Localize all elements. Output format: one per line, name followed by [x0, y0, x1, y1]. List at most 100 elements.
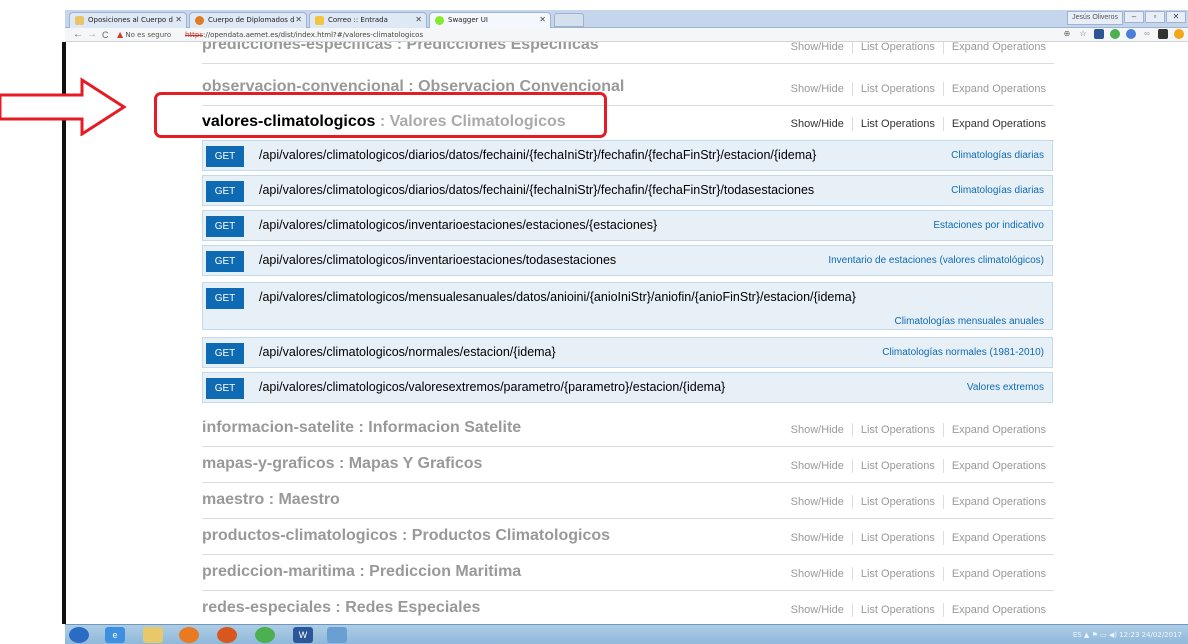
- new-tab-button[interactable]: [554, 13, 584, 27]
- resource-predicciones-especificas[interactable]: predicciones-especificas : Predicciones …: [202, 42, 1054, 64]
- operation-path[interactable]: /api/valores/climatologicos/inventarioes…: [259, 218, 657, 232]
- get-method-badge[interactable]: GET: [206, 181, 244, 202]
- show-hide-link[interactable]: Show/Hide: [791, 83, 844, 95]
- resource-redes-especiales[interactable]: redes-especiales : Redes Especiales Show…: [202, 591, 1054, 624]
- operation-summary[interactable]: Estaciones por indicativo: [933, 220, 1044, 231]
- clock-date[interactable]: 24/02/2017: [1142, 631, 1182, 639]
- media-player-icon[interactable]: [179, 627, 199, 643]
- expand-operations-link[interactable]: Expand Operations: [952, 532, 1046, 544]
- extension-icon[interactable]: [1094, 29, 1104, 39]
- operation-path[interactable]: /api/valores/climatologicos/inventarioes…: [259, 253, 616, 267]
- extension-icon[interactable]: [1174, 29, 1184, 39]
- show-hide-link[interactable]: Show/Hide: [791, 532, 844, 544]
- language-indicator[interactable]: ES: [1073, 631, 1082, 639]
- operation-summary[interactable]: Climatologías diarias: [951, 185, 1044, 196]
- close-tab-icon[interactable]: ✕: [175, 13, 182, 27]
- forward-arrow-icon[interactable]: →: [87, 28, 97, 42]
- operation-summary[interactable]: Climatologías mensuales anuales: [894, 316, 1044, 327]
- list-operations-link[interactable]: List Operations: [861, 532, 935, 544]
- url-field[interactable]: https://opendata.aemet.es/dist/index.htm…: [185, 28, 423, 42]
- flag-icon[interactable]: ▲ ⚑ ▭ ◀): [1084, 631, 1119, 639]
- start-button-icon[interactable]: [69, 627, 89, 643]
- resource-prediccion-maritima[interactable]: prediccion-maritima : Prediccion Maritim…: [202, 555, 1054, 591]
- browser-tab[interactable]: Cuerpo de Diplomados d ✕: [189, 12, 307, 28]
- resource-informacion-satelite[interactable]: informacion-satelite : Informacion Satel…: [202, 411, 1054, 447]
- operation-row[interactable]: GET /api/valores/climatologicos/mensuale…: [202, 282, 1053, 330]
- browser-tab[interactable]: Correo :: Entrada ✕: [309, 12, 427, 28]
- show-hide-link[interactable]: Show/Hide: [791, 460, 844, 472]
- close-tab-icon[interactable]: ✕: [415, 13, 422, 27]
- operation-row[interactable]: GET /api/valores/climatologicos/diarios/…: [202, 140, 1053, 171]
- operation-summary[interactable]: Climatologías diarias: [951, 150, 1044, 161]
- firefox-icon[interactable]: [217, 627, 237, 643]
- expand-operations-link[interactable]: Expand Operations: [952, 424, 1046, 436]
- expand-operations-link[interactable]: Expand Operations: [952, 83, 1046, 95]
- list-operations-link[interactable]: List Operations: [861, 604, 935, 616]
- list-operations-link[interactable]: List Operations: [861, 118, 935, 130]
- extension-icon[interactable]: [1158, 29, 1168, 39]
- expand-operations-link[interactable]: Expand Operations: [952, 604, 1046, 616]
- operation-summary[interactable]: Climatologías normales (1981-2010): [882, 347, 1044, 358]
- expand-operations-link[interactable]: Expand Operations: [952, 42, 1046, 53]
- bookmark-star-icon[interactable]: ☆: [1078, 29, 1088, 39]
- browser-tab-active[interactable]: Swagger UI ✕: [429, 12, 551, 28]
- show-hide-link[interactable]: Show/Hide: [791, 568, 844, 580]
- list-operations-link[interactable]: List Operations: [861, 424, 935, 436]
- expand-operations-link[interactable]: Expand Operations: [952, 460, 1046, 472]
- expand-operations-link[interactable]: Expand Operations: [952, 118, 1046, 130]
- file-explorer-icon[interactable]: [143, 627, 163, 643]
- resource-maestro[interactable]: maestro : Maestro Show/Hide List Operati…: [202, 483, 1054, 519]
- close-window-icon[interactable]: ✕: [1166, 11, 1186, 23]
- get-method-badge[interactable]: GET: [206, 251, 244, 272]
- resource-productos-climatologicos[interactable]: productos-climatologicos : Productos Cli…: [202, 519, 1054, 555]
- clock-time[interactable]: 12:23: [1119, 631, 1139, 639]
- list-operations-link[interactable]: List Operations: [861, 42, 935, 53]
- show-hide-link[interactable]: Show/Hide: [791, 424, 844, 436]
- resource-heading[interactable]: informacion-satelite : Informacion Satel…: [202, 419, 521, 437]
- resource-heading[interactable]: redes-especiales : Redes Especiales: [202, 599, 480, 617]
- expand-operations-link[interactable]: Expand Operations: [952, 496, 1046, 508]
- resource-heading[interactable]: mapas-y-graficos : Mapas Y Graficos: [202, 455, 482, 473]
- security-indicator[interactable]: ▲ No es seguro: [117, 28, 171, 42]
- show-hide-link[interactable]: Show/Hide: [791, 496, 844, 508]
- expand-operations-link[interactable]: Expand Operations: [952, 568, 1046, 580]
- operation-row[interactable]: GET /api/valores/climatologicos/normales…: [202, 337, 1053, 368]
- operation-row[interactable]: GET /api/valores/climatologicos/diarios/…: [202, 175, 1053, 206]
- drive-icon[interactable]: [1110, 29, 1120, 39]
- operation-summary[interactable]: Inventario de estaciones (valores climat…: [828, 255, 1044, 266]
- operation-summary[interactable]: Valores extremos: [967, 382, 1044, 393]
- list-operations-link[interactable]: List Operations: [861, 568, 935, 580]
- operation-row[interactable]: GET /api/valores/climatologicos/inventar…: [202, 245, 1053, 276]
- word-icon[interactable]: W: [293, 627, 313, 643]
- operation-row[interactable]: GET /api/valores/climatologicos/inventar…: [202, 210, 1053, 241]
- get-method-badge[interactable]: GET: [206, 216, 244, 237]
- zoom-icon[interactable]: ⊕: [1062, 29, 1072, 39]
- get-method-badge[interactable]: GET: [206, 378, 244, 399]
- back-arrow-icon[interactable]: ←: [73, 28, 83, 42]
- app-icon[interactable]: [327, 627, 347, 643]
- internet-explorer-icon[interactable]: e: [105, 627, 125, 643]
- get-method-badge[interactable]: GET: [206, 288, 244, 309]
- operation-path[interactable]: /api/valores/climatologicos/valoresextre…: [259, 380, 725, 394]
- list-operations-link[interactable]: List Operations: [861, 460, 935, 472]
- operation-path[interactable]: /api/valores/climatologicos/normales/est…: [259, 345, 556, 359]
- show-hide-link[interactable]: Show/Hide: [791, 604, 844, 616]
- maximize-icon[interactable]: ▫: [1145, 11, 1165, 23]
- chrome-icon[interactable]: [255, 627, 275, 643]
- list-operations-link[interactable]: List Operations: [861, 496, 935, 508]
- show-hide-link[interactable]: Show/Hide: [791, 118, 844, 130]
- resource-mapas-y-graficos[interactable]: mapas-y-graficos : Mapas Y Graficos Show…: [202, 447, 1054, 483]
- get-method-badge[interactable]: GET: [206, 343, 244, 364]
- resource-heading[interactable]: predicciones-especificas : Predicciones …: [202, 42, 599, 54]
- list-operations-link[interactable]: List Operations: [861, 83, 935, 95]
- extension-icon[interactable]: [1126, 29, 1136, 39]
- browser-tab[interactable]: Oposiciones al Cuerpo d ✕: [69, 12, 187, 28]
- show-hide-link[interactable]: Show/Hide: [791, 42, 844, 53]
- extension-icon[interactable]: ∞: [1142, 29, 1152, 39]
- reload-icon[interactable]: C: [102, 28, 109, 42]
- operation-path[interactable]: /api/valores/climatologicos/mensualesanu…: [259, 290, 856, 304]
- close-tab-icon[interactable]: ✕: [295, 13, 302, 27]
- get-method-badge[interactable]: GET: [206, 146, 244, 167]
- minimize-icon[interactable]: –: [1124, 11, 1144, 23]
- profile-button[interactable]: Jesús Oliveros: [1067, 11, 1123, 25]
